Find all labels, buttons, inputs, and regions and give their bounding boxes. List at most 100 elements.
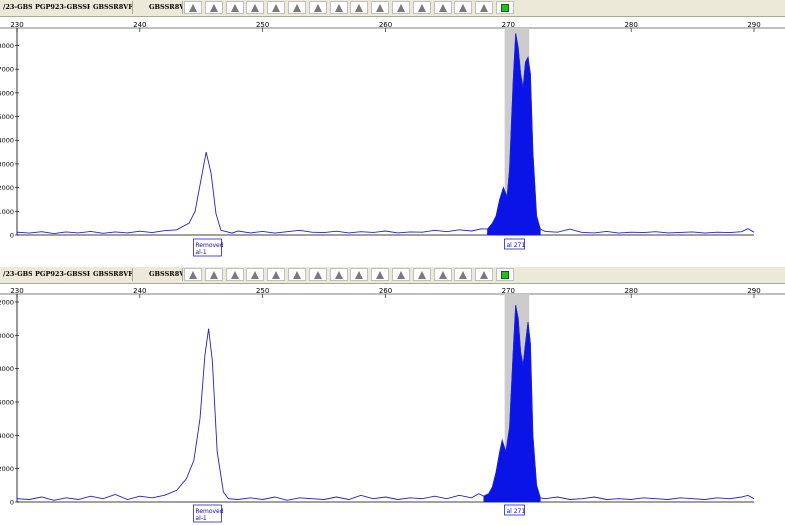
dye-toggle-button[interactable] [225, 1, 244, 14]
dye-toggle-button[interactable] [454, 1, 473, 14]
sample-name-tab[interactable]: PGP923-GBSSR8V [32, 268, 91, 281]
y-tick-label: 0 [10, 499, 14, 507]
dye-toggle-button[interactable] [267, 1, 286, 14]
panel-toolbar: /23-GBSS PGP923-GBSSR8V GBSSR8VF GBSSR8V… [0, 0, 785, 17]
triangle-icon [438, 271, 447, 279]
dye-toggle-button[interactable] [412, 268, 431, 281]
x-tick-label: 290 [747, 21, 760, 29]
y-tick-label: 0 [10, 232, 14, 240]
trace-line [16, 33, 755, 235]
removed-allele-label: Removed [195, 508, 223, 515]
triangle-icon [480, 4, 489, 12]
dye-toggle-button[interactable] [225, 268, 244, 281]
marker-select[interactable]: GBSSR8VF [146, 268, 183, 281]
triangle-icon [209, 271, 218, 279]
triangle-icon [417, 271, 426, 279]
x-tick-label: 260 [379, 21, 392, 29]
marker-tab[interactable]: GBSSR8VF [90, 268, 133, 281]
triangle-icon [189, 271, 197, 279]
dye-toggle-button[interactable] [308, 268, 327, 281]
dye-toggle-button[interactable] [267, 268, 286, 281]
triangle-icon [459, 271, 468, 279]
dye-toggle-button[interactable] [329, 1, 348, 14]
dye-toggle-button[interactable] [288, 1, 306, 14]
allele-call-label: al 271 [506, 242, 525, 249]
marker-select[interactable]: GBSSR8VF [146, 1, 183, 14]
dye-toggle-button[interactable] [412, 1, 431, 14]
dye-toggle-button[interactable] [308, 1, 327, 14]
dye-toggle-button[interactable] [246, 268, 265, 281]
x-tick-label: 230 [10, 287, 23, 295]
triangle-icon [355, 4, 364, 12]
removed-allele-label: al-1 [195, 249, 207, 256]
dye-toggle-button[interactable] [475, 1, 494, 14]
triangle-icon [438, 4, 447, 12]
active-dye-button[interactable] [496, 1, 514, 14]
y-tick-label: 2000 [0, 184, 14, 192]
dye-toggle-button[interactable] [350, 268, 369, 281]
dye-toggle-button[interactable] [433, 268, 452, 281]
triangle-icon [230, 4, 239, 12]
toolbar-spacer [518, 268, 785, 281]
y-tick-label: 5000 [0, 113, 14, 121]
triangle-icon [272, 4, 281, 12]
y-tick-label: 4000 [0, 432, 14, 440]
y-tick-label: 6000 [0, 89, 14, 97]
x-tick-label: 290 [747, 287, 760, 295]
triangle-icon [397, 4, 405, 12]
dye-toggle-button[interactable] [475, 268, 494, 281]
dye-toggle-button[interactable] [288, 268, 306, 281]
y-tick-label: 2000 [0, 299, 14, 307]
triangle-icon [376, 4, 385, 12]
allele-call-label: al 271 [506, 508, 525, 515]
dye-toggle-button[interactable] [433, 1, 452, 14]
x-tick-label: 250 [256, 21, 269, 29]
dye-toggle-button[interactable] [204, 268, 223, 281]
dye-toggle-button[interactable] [246, 1, 265, 14]
dye-toggle-button[interactable] [329, 268, 348, 281]
triangle-icon [251, 271, 260, 279]
dye-toggle-button[interactable] [350, 1, 369, 14]
y-tick-label: 6000 [0, 399, 14, 407]
dye-toggle-button[interactable] [392, 1, 410, 14]
electropherogram-plot[interactable]: 230 240 250 260 270 280 290 0 1000 2000 3000 4000 50… [0, 20, 785, 262]
triangle-icon [251, 4, 260, 12]
green-square-icon [501, 4, 509, 12]
triangle-icon [417, 4, 426, 12]
triangle-icon [293, 4, 301, 12]
x-tick-label: 280 [624, 21, 637, 29]
marker-tab[interactable]: GBSSR8VF [90, 1, 133, 14]
dye-toggle-button[interactable] [204, 1, 223, 14]
triangle-icon [459, 4, 468, 12]
triangle-icon [313, 4, 322, 12]
electropherogram-plot[interactable]: 230 240 250 260 270 280 290 0 2000 4000 6000 8000 00… [0, 286, 785, 525]
triangle-icon [376, 271, 385, 279]
x-tick-label: 230 [10, 21, 23, 29]
electropherogram-panel-bottom: /23-GBSS PGP923-GBSSR8V GBSSR8VF GBSSR8V… [0, 267, 785, 525]
dye-toggle-button[interactable] [371, 1, 390, 14]
electropherogram-panel-top: /23-GBSS PGP923-GBSSR8V GBSSR8VF GBSSR8V… [0, 0, 785, 262]
y-tick-label: 2000 [0, 465, 14, 473]
sample-name-tab[interactable]: PGP923-GBSSR8V [32, 1, 91, 14]
dye-toggle-button[interactable] [392, 268, 410, 281]
y-tick-label: 3000 [0, 160, 14, 168]
triangle-icon [334, 4, 343, 12]
triangle-icon [334, 271, 343, 279]
trace-line [16, 305, 755, 501]
dye-toggle-button[interactable] [184, 268, 202, 281]
y-tick-label: 4000 [0, 137, 14, 145]
y-tick-label: 8000 [0, 365, 14, 373]
sample-tab[interactable]: /23-GBSS [0, 268, 33, 281]
x-tick-label: 270 [502, 21, 515, 29]
dye-toggle-button[interactable] [454, 268, 473, 281]
y-tick-label: 1000 [0, 208, 14, 216]
panel-toolbar: /23-GBSS PGP923-GBSSR8V GBSSR8VF GBSSR8V… [0, 267, 785, 284]
dye-toggle-button[interactable] [184, 1, 202, 14]
sample-tab[interactable]: /23-GBSS [0, 1, 33, 14]
active-dye-button[interactable] [496, 268, 514, 281]
y-tick-label: 8000 [0, 42, 14, 50]
dye-toggle-button[interactable] [371, 268, 390, 281]
x-tick-label: 240 [133, 287, 146, 295]
triangle-icon [313, 271, 322, 279]
triangle-icon [397, 271, 405, 279]
